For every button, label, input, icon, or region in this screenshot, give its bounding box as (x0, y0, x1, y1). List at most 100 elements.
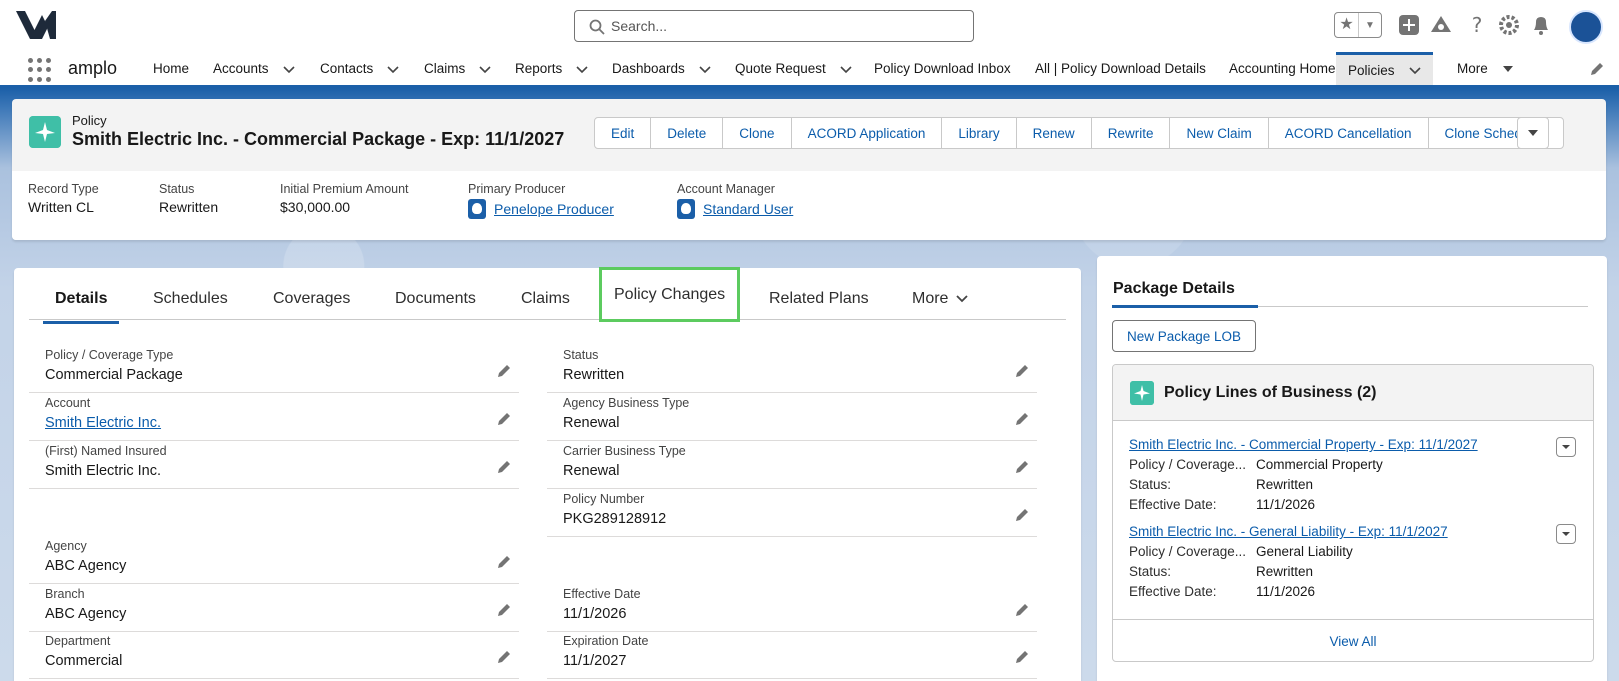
policy-line-object-icon (1130, 381, 1154, 405)
row-actions-button[interactable] (1556, 437, 1576, 457)
view-all-link[interactable]: View All (1113, 619, 1593, 661)
edit-pencil-icon[interactable] (497, 412, 511, 426)
field-account: Account Smith Electric Inc. (29, 394, 519, 441)
app-name: amplo (68, 58, 118, 78)
trailhead-icon[interactable] (1428, 12, 1454, 38)
setup-gear-icon[interactable] (1496, 12, 1522, 38)
tab-package-details[interactable]: Package Details (1113, 280, 1235, 298)
chevron-down-icon[interactable] (282, 63, 295, 75)
tab-claims[interactable]: Claims (521, 290, 570, 308)
record-tabs: Details Schedules Coverages Documents Cl… (29, 267, 1066, 324)
highlights-panel: Record Type Written CL Status Rewritten … (12, 171, 1606, 240)
primary-producer-link[interactable]: Penelope Producer (468, 199, 614, 219)
nav-item-accounting-home[interactable]: Accounting Home (1229, 52, 1336, 85)
svg-text:?: ? (1472, 13, 1483, 37)
chevron-down-icon[interactable] (840, 63, 852, 75)
search-icon (589, 19, 605, 35)
edit-nav-pencil-icon[interactable] (1590, 62, 1604, 76)
edit-pencil-icon[interactable] (1015, 650, 1029, 664)
field-policy-number: Policy Number PKG289128912 (547, 490, 1037, 537)
chevron-down-icon[interactable] (1502, 63, 1514, 75)
action-acord-application-button[interactable]: ACORD Application (792, 118, 943, 148)
action-delete-button[interactable]: Delete (651, 118, 724, 148)
highlight-status: Status Rewritten (159, 182, 219, 215)
nav-item-policies[interactable]: Policies (1336, 52, 1433, 85)
edit-pencil-icon[interactable] (1015, 508, 1029, 522)
nav-item-policy-download-inbox[interactable]: Policy Download Inbox (874, 52, 1011, 85)
edit-pencil-icon[interactable] (497, 650, 511, 664)
tab-schedules[interactable]: Schedules (153, 290, 228, 308)
record-title: Smith Electric Inc. - Commercial Package… (72, 129, 565, 149)
edit-pencil-icon[interactable] (1015, 364, 1029, 378)
related-list-title: Policy Lines of Business (2) (1164, 384, 1377, 401)
field-named-insured: (First) Named Insured Smith Electric Inc… (29, 442, 519, 489)
tab-more[interactable]: More (912, 290, 969, 308)
action-renew-button[interactable]: Renew (1017, 118, 1092, 148)
tab-policy-changes[interactable]: Policy Changes (598, 267, 741, 322)
more-actions-button[interactable] (1517, 117, 1549, 149)
record-link[interactable]: Smith Electric Inc. - Commercial Propert… (1129, 437, 1478, 452)
user-icon (468, 199, 486, 219)
nav-item-reports[interactable]: Reports (515, 52, 588, 85)
notifications-bell-icon[interactable] (1528, 12, 1554, 38)
action-acord-cancellation-button[interactable]: ACORD Cancellation (1269, 118, 1429, 148)
account-link[interactable]: Smith Electric Inc. (45, 415, 161, 431)
app-launcher-icon[interactable] (28, 58, 52, 82)
nav-item-dashboards[interactable]: Dashboards (612, 52, 711, 85)
nav-item-contacts[interactable]: Contacts (320, 52, 399, 85)
amplo-logo-icon[interactable] (16, 11, 56, 39)
edit-pencil-icon[interactable] (1015, 412, 1029, 426)
tab-details[interactable]: Details (42, 290, 121, 324)
chevron-down-icon[interactable] (699, 63, 711, 75)
user-avatar[interactable] (1569, 10, 1603, 44)
nav-item-accounts[interactable]: Accounts (213, 52, 295, 85)
field-department: Department Commercial (29, 632, 519, 679)
list-item: Smith Electric Inc. - General Liability … (1129, 524, 1448, 599)
edit-pencil-icon[interactable] (1015, 603, 1029, 617)
row-actions-button[interactable] (1556, 524, 1576, 544)
edit-pencil-icon[interactable] (1015, 460, 1029, 474)
action-rewrite-button[interactable]: Rewrite (1092, 118, 1171, 148)
chevron-down-icon (1562, 532, 1570, 536)
global-actions-icon[interactable] (1396, 12, 1422, 38)
record-object-type: Policy (72, 113, 107, 128)
nav-item-more[interactable]: More (1457, 52, 1514, 85)
nav-item-home[interactable]: Home (153, 52, 189, 85)
chevron-down-icon[interactable]: ▼ (1359, 20, 1381, 31)
nav-item-all-policy-download-details[interactable]: All | Policy Download Details (1035, 52, 1206, 85)
tab-related-plans[interactable]: Related Plans (769, 290, 869, 308)
search-input[interactable] (611, 18, 951, 34)
record-action-buttons: Edit Delete Clone ACORD Application Library R… (594, 117, 1564, 149)
tab-coverages[interactable]: Coverages (273, 290, 350, 308)
edit-pencil-icon[interactable] (497, 555, 511, 569)
tab-documents[interactable]: Documents (395, 290, 476, 308)
nav-item-quote-request[interactable]: Quote Request (735, 52, 852, 85)
action-clone-button[interactable]: Clone (723, 118, 792, 148)
edit-pencil-icon[interactable] (497, 603, 511, 617)
action-library-button[interactable]: Library (942, 118, 1017, 148)
chevron-down-icon (956, 295, 969, 303)
chevron-down-icon[interactable] (479, 63, 491, 75)
chevron-down-icon[interactable] (387, 63, 399, 75)
edit-pencil-icon[interactable] (497, 364, 511, 378)
highlight-record-type: Record Type Written CL (28, 182, 99, 215)
record-link[interactable]: Smith Electric Inc. - General Liability … (1129, 524, 1448, 539)
nav-item-claims[interactable]: Claims (424, 52, 491, 85)
app-navigation: amplo Home Accounts Contacts Claims Reports D… (0, 52, 1619, 88)
new-package-lob-button[interactable]: New Package LOB (1112, 320, 1256, 352)
field-branch: Branch ABC Agency (29, 585, 519, 632)
account-manager-link[interactable]: Standard User (677, 199, 793, 219)
field-agency-business-type: Agency Business Type Renewal (547, 394, 1037, 441)
list-item: Smith Electric Inc. - Commercial Propert… (1129, 437, 1478, 512)
chevron-down-icon[interactable] (576, 63, 588, 75)
edit-pencil-icon[interactable] (497, 460, 511, 474)
chevron-down-icon[interactable] (1408, 64, 1421, 76)
global-search[interactable] (574, 10, 974, 42)
action-new-claim-button[interactable]: New Claim (1170, 118, 1269, 148)
favorites-button[interactable]: ★ ▼ (1334, 12, 1382, 38)
action-edit-button[interactable]: Edit (595, 118, 652, 148)
field-agency: Agency ABC Agency (29, 537, 519, 584)
field-status: Status Rewritten (547, 346, 1037, 393)
help-icon[interactable]: ? (1464, 12, 1490, 38)
related-list-policy-lines: Policy Lines of Business (2) Smith Elect… (1112, 364, 1594, 662)
